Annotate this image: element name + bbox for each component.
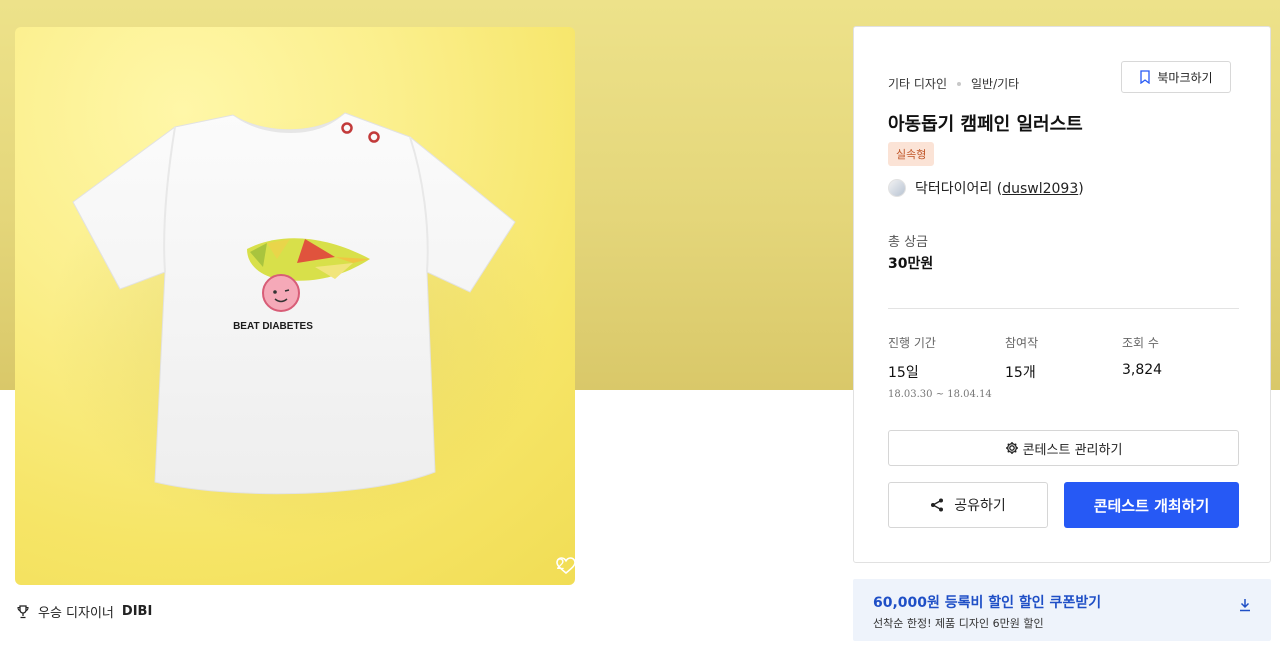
share-label: 공유하기 (954, 498, 1006, 514)
share-icon (931, 498, 944, 512)
period-label: 진행 기간 (888, 336, 936, 350)
bookmark-label: 북마크하기 (1157, 70, 1213, 85)
views-label: 조회 수 (1122, 336, 1159, 350)
breadcrumb: 기타 디자인 일반/기타 (888, 75, 1019, 92)
coupon-subtitle: 선착순 한정! 제품 디자인 6만원 할인 (873, 617, 1044, 630)
winner-label: 우승 디자이너 (38, 606, 114, 621)
winner-designer: 우승 디자이너 DIBI (16, 602, 152, 621)
manage-contest-button[interactable]: 콘테스트 관리하기 (888, 430, 1239, 466)
period-dates: 18.03.30 ~ 18.04.14 (888, 389, 992, 400)
share-button[interactable]: 공유하기 (888, 482, 1048, 528)
prize-value: 30만원 (888, 256, 934, 272)
download-icon[interactable] (1238, 598, 1252, 612)
contest-winner-image[interactable]: BEAT DIABETES 2 (15, 27, 575, 585)
manage-label: 콘테스트 관리하기 (1022, 442, 1123, 458)
stat-views: 조회 수 3,824 (1122, 334, 1162, 378)
shirt-print-text: BEAT DIABETES (233, 321, 313, 332)
gear-icon (1005, 442, 1018, 454)
prize-label: 총 상금 (888, 235, 929, 250)
coupon-banner[interactable]: 60,000원 등록비 할인 할인 쿠폰받기 선착순 한정! 제품 디자인 6만… (853, 579, 1271, 641)
category-sub[interactable]: 일반/기타 (971, 75, 1019, 92)
tshirt-illustration: BEAT DIABETES (50, 112, 550, 537)
entries-value: 15개 (1005, 365, 1036, 381)
host-handle[interactable]: duswl2093 (1002, 181, 1078, 197)
category-main[interactable]: 기타 디자인 (888, 75, 947, 92)
bookmark-icon (1140, 70, 1151, 84)
entries-label: 참여작 (1005, 336, 1039, 350)
winner-name[interactable]: DIBI (122, 604, 152, 619)
host-name[interactable]: 닥터다이어리 (duswl2093) (915, 178, 1084, 198)
trophy-icon (17, 604, 29, 618)
divider (888, 308, 1239, 309)
views-value: 3,824 (1122, 362, 1163, 378)
stat-entries: 참여작 15개 (1005, 334, 1038, 382)
host-name-text: 닥터다이어리 ( (915, 181, 1003, 197)
separator-dot (957, 81, 962, 86)
contest-title: 아동돕기 캠페인 일러스트 (888, 114, 1083, 135)
period-value: 15일 (888, 365, 919, 381)
like-button[interactable]: 2 (556, 557, 575, 575)
plan-badge: 실속형 (888, 142, 935, 166)
host-contest-button[interactable]: 콘테스트 개최하기 (1064, 482, 1239, 528)
stat-period: 진행 기간 15일 18.03.30 ~ 18.04.14 (888, 334, 992, 400)
host-paren: ) (1078, 181, 1084, 197)
host-info: 닥터다이어리 (duswl2093) (888, 178, 1084, 198)
coupon-title: 60,000원 등록비 할인 할인 쿠폰받기 (873, 595, 1102, 611)
bookmark-button[interactable]: 북마크하기 (1121, 61, 1231, 93)
heart-icon (556, 557, 575, 575)
contest-info-panel: 기타 디자인 일반/기타 북마크하기 아동돕기 캠페인 일러스트 실속형 닥터다… (853, 26, 1271, 563)
avatar (888, 179, 906, 197)
